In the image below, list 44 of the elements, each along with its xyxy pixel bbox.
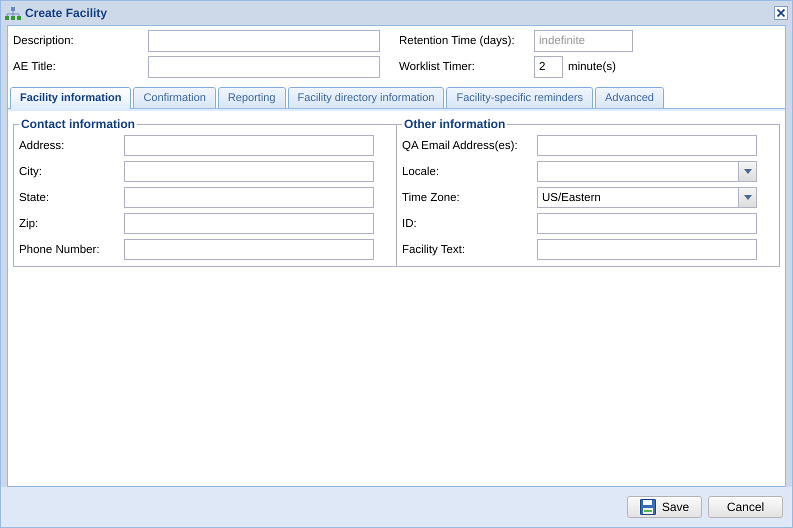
dialog-button[interactable]: Save bbox=[627, 496, 702, 518]
tab[interactable]: Advanced bbox=[595, 87, 664, 108]
input-field[interactable] bbox=[124, 161, 374, 182]
field-label: Retention Time (days): bbox=[398, 35, 516, 47]
input-field[interactable] bbox=[537, 239, 757, 260]
tab[interactable]: Facility-specific reminders bbox=[446, 87, 593, 108]
section-title: Contact information bbox=[20, 117, 136, 131]
field-label: City: bbox=[19, 166, 43, 178]
input-field[interactable] bbox=[537, 135, 757, 156]
field-label: Time Zone: bbox=[402, 192, 461, 204]
tab[interactable]: Facility information bbox=[10, 87, 132, 109]
section-title: Other information bbox=[403, 117, 506, 131]
input-field[interactable] bbox=[124, 239, 374, 260]
tab[interactable]: Confirmation bbox=[133, 87, 216, 108]
dropdown[interactable] bbox=[537, 161, 757, 182]
caret-icon bbox=[744, 195, 752, 200]
caret-icon bbox=[744, 169, 752, 174]
tab[interactable]: Reporting bbox=[218, 87, 286, 108]
unit-label: minute(s) bbox=[568, 61, 616, 73]
hierarchy-icon bbox=[5, 6, 21, 20]
close-icon[interactable] bbox=[774, 6, 788, 20]
field-label: Address: bbox=[19, 140, 66, 152]
window-title: Create Facility bbox=[25, 6, 108, 20]
field-label: QA Email Address(es): bbox=[402, 140, 519, 152]
field-label: Phone Number: bbox=[19, 244, 101, 256]
dialog-button[interactable]: Cancel bbox=[708, 496, 783, 518]
field-label: Worklist Timer: bbox=[398, 61, 476, 73]
field-label: State: bbox=[19, 192, 50, 204]
input-field[interactable]: 2 bbox=[534, 56, 563, 78]
input-field[interactable] bbox=[148, 56, 380, 78]
tab[interactable]: Facility directory information bbox=[288, 87, 444, 108]
field-label: Locale: bbox=[402, 166, 440, 178]
input-field[interactable]: indefinite bbox=[534, 30, 633, 52]
field-label: ID: bbox=[402, 218, 418, 230]
input-field[interactable] bbox=[124, 135, 374, 156]
input-field[interactable] bbox=[148, 30, 380, 52]
field-label: Description: bbox=[12, 35, 75, 47]
field-label: AE Title: bbox=[12, 61, 57, 73]
input-field[interactable] bbox=[124, 213, 374, 234]
input-field[interactable] bbox=[537, 213, 757, 234]
field-label: Zip: bbox=[19, 218, 40, 230]
field-label: Facility Text: bbox=[402, 244, 466, 256]
dropdown[interactable]: US/Eastern bbox=[537, 187, 757, 208]
input-field[interactable] bbox=[124, 187, 374, 208]
